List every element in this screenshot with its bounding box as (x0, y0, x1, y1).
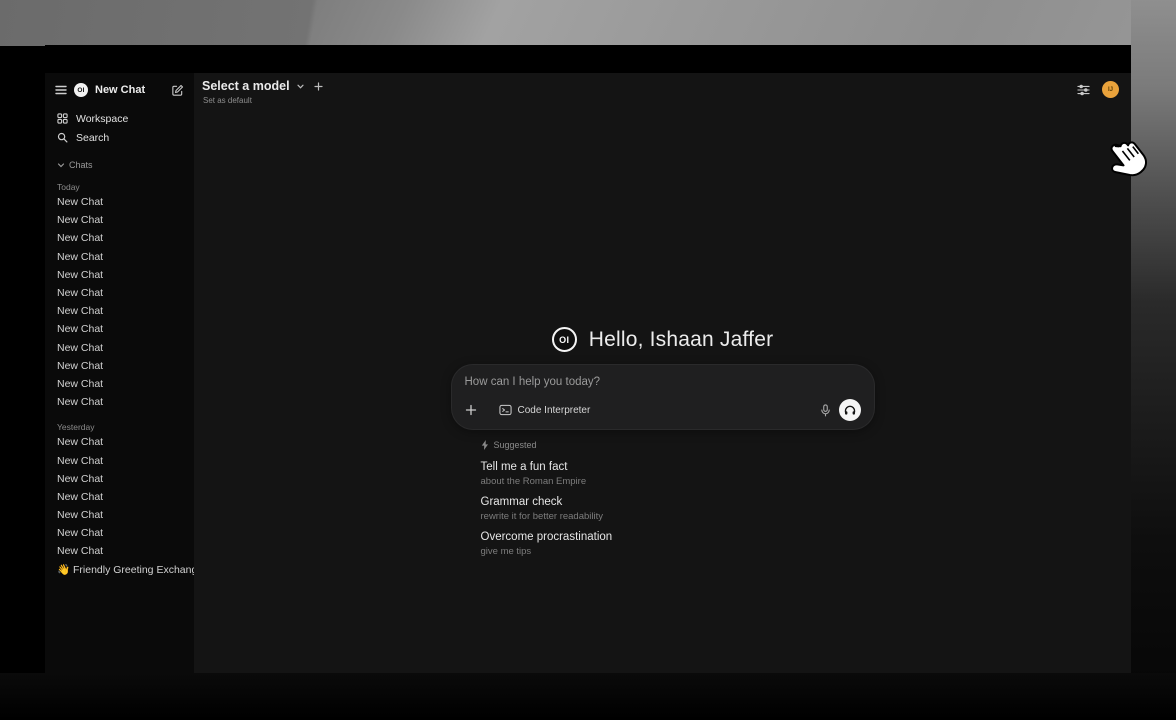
chat-list-item[interactable]: New Chat (45, 433, 194, 451)
sidebar-title: New Chat (95, 84, 145, 96)
chat-list-item[interactable]: New Chat (45, 393, 194, 411)
voice-call-button[interactable] (839, 399, 861, 421)
app-logo-large: OI (552, 327, 577, 352)
topbar-right: IJ (1077, 81, 1119, 98)
chat-list-item-named[interactable]: 👋 Friendly Greeting Exchange (45, 561, 194, 579)
chat-group-today: Today New ChatNew ChatNew ChatNew ChatNe… (45, 180, 194, 411)
prompt-toolbar: Code Interpreter (465, 399, 861, 421)
desktop-wallpaper-bottom (0, 673, 1176, 720)
chat-list-item[interactable]: New Chat (45, 506, 194, 524)
code-interpreter-label: Code Interpreter (518, 405, 591, 416)
sidebar-item-workspace[interactable]: Workspace (45, 109, 194, 128)
new-chat-icon[interactable] (171, 84, 184, 97)
user-avatar[interactable]: IJ (1102, 81, 1119, 98)
chat-list-item[interactable]: New Chat (45, 524, 194, 542)
chat-list-item[interactable]: New Chat (45, 542, 194, 560)
chevron-down-icon (57, 161, 65, 169)
suggested-list: Tell me a fun fact about the Roman Empir… (481, 461, 875, 557)
suggested-item[interactable]: Tell me a fun fact about the Roman Empir… (481, 461, 875, 487)
chat-list-item[interactable]: New Chat (45, 229, 194, 247)
search-label: Search (76, 132, 109, 144)
chat-list-item[interactable]: New Chat (45, 451, 194, 469)
prompt-input-box[interactable]: How can I help you today? Code Interpret… (451, 364, 875, 430)
greeting-row: OI Hello, Ishaan Jaffer (552, 327, 774, 352)
workspace-label: Workspace (76, 113, 128, 125)
greeting-text: Hello, Ishaan Jaffer (589, 328, 774, 352)
microphone-icon[interactable] (820, 404, 831, 417)
suggested-label: Suggested (494, 440, 537, 450)
controls-sliders-icon[interactable] (1077, 84, 1090, 96)
model-selector-button[interactable]: Select a model (202, 79, 323, 93)
add-model-icon[interactable] (314, 82, 323, 91)
chat-list-yesterday: New ChatNew ChatNew ChatNew ChatNew Chat… (45, 433, 194, 560)
workspace-grid-icon (57, 113, 68, 124)
chat-list-item[interactable]: New Chat (45, 339, 194, 357)
set-default-link[interactable]: Set as default (203, 96, 323, 105)
suggested-item[interactable]: Overcome procrastination give me tips (481, 531, 875, 557)
desktop-wallpaper-right (1131, 0, 1176, 720)
main-area: Select a model Set as default IJ (194, 73, 1131, 673)
suggested-item[interactable]: Grammar check rewrite it for better read… (481, 496, 875, 522)
chat-list-item[interactable]: New Chat (45, 375, 194, 393)
chats-section-label: Chats (69, 160, 93, 170)
sidebar-nav: Workspace Search (45, 109, 194, 147)
code-interpreter-icon (499, 404, 512, 416)
app-window: OI New Chat Workspace (45, 45, 1131, 673)
bolt-icon (481, 440, 489, 450)
chats-section-header[interactable]: Chats (45, 158, 194, 171)
prompt-placeholder[interactable]: How can I help you today? (465, 376, 861, 388)
app-body: OI New Chat Workspace (45, 73, 1131, 673)
chat-list-item[interactable]: New Chat (45, 320, 194, 338)
sidebar-item-search[interactable]: Search (45, 128, 194, 147)
chat-list-item[interactable]: New Chat (45, 488, 194, 506)
chat-list-item[interactable]: New Chat (45, 266, 194, 284)
group-label-yesterday: Yesterday (45, 420, 194, 433)
model-selector-label: Select a model (202, 79, 290, 93)
attach-plus-icon[interactable] (465, 404, 477, 416)
code-interpreter-toggle[interactable]: Code Interpreter (499, 404, 591, 416)
chat-list-item[interactable]: New Chat (45, 211, 194, 229)
desktop-wallpaper-top (0, 0, 1176, 46)
sidebar-header: OI New Chat (45, 77, 194, 103)
chat-list-item[interactable]: New Chat (45, 193, 194, 211)
center-column: OI Hello, Ishaan Jaffer How can I help y… (194, 327, 1131, 557)
suggested-item-title: Tell me a fun fact (481, 461, 875, 474)
chat-list-item[interactable]: New Chat (45, 357, 194, 375)
suggested-item-title: Grammar check (481, 496, 875, 509)
chat-list-item[interactable]: New Chat (45, 470, 194, 488)
sidebar-toggle-icon[interactable] (55, 85, 67, 95)
suggested-header: Suggested (481, 438, 875, 452)
suggested-item-title: Overcome procrastination (481, 531, 875, 544)
chat-list-item[interactable]: New Chat (45, 284, 194, 302)
group-label-today: Today (45, 180, 194, 193)
suggested-item-subtitle: rewrite it for better readability (481, 512, 875, 522)
app-logo-small: OI (74, 83, 88, 97)
model-selector: Select a model Set as default (202, 79, 323, 105)
suggested-section: Suggested Tell me a fun fact about the R… (451, 438, 875, 557)
suggested-item-subtitle: give me tips (481, 547, 875, 557)
suggested-item-subtitle: about the Roman Empire (481, 477, 875, 487)
chat-list-item[interactable]: New Chat (45, 302, 194, 320)
search-icon (57, 132, 68, 143)
chevron-down-icon (296, 82, 305, 91)
sidebar: OI New Chat Workspace (45, 73, 194, 673)
chat-list-today: New ChatNew ChatNew ChatNew ChatNew Chat… (45, 193, 194, 411)
chat-list-item[interactable]: New Chat (45, 248, 194, 266)
chat-group-yesterday: Yesterday New ChatNew ChatNew ChatNew Ch… (45, 420, 194, 560)
